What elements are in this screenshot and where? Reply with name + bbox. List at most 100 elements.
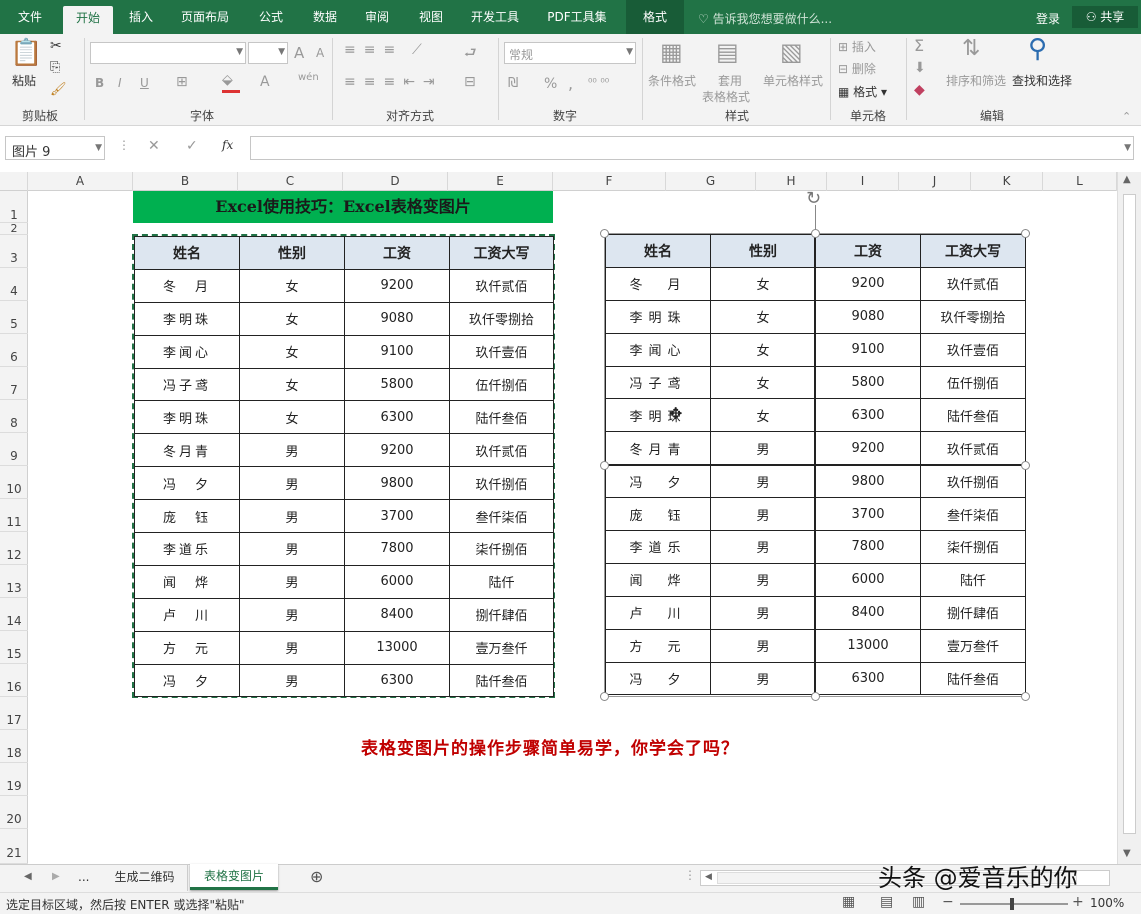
resize-handle[interactable] — [600, 692, 609, 701]
table-cell[interactable]: 玖仟贰佰 — [920, 431, 1026, 466]
row-header[interactable]: 17 — [0, 697, 28, 730]
table-cell[interactable]: 玖仟零捌拾 — [920, 299, 1026, 334]
table-cell[interactable]: 7800 — [344, 532, 450, 566]
table-header-cell[interactable]: 性别 — [239, 236, 345, 270]
vertical-align-icons[interactable]: ≡≡≡ — [344, 42, 403, 58]
share-button[interactable]: ⚇ 共享 — [1072, 6, 1138, 28]
table-cell[interactable]: 李明珠 — [605, 299, 711, 334]
title-cell[interactable]: Excel使用技巧：Excel表格变图片 — [133, 191, 553, 223]
table-cell[interactable]: 男 — [239, 499, 345, 534]
row-header[interactable]: 11 — [0, 499, 28, 532]
table-cell[interactable]: 李道乐 — [134, 532, 240, 566]
table-cell[interactable]: 壹万叁仟 — [920, 628, 1026, 663]
row-header[interactable]: 5 — [0, 301, 28, 334]
row-header[interactable]: 18 — [0, 730, 28, 763]
table-cell[interactable]: 6300 — [815, 398, 921, 433]
italic-button[interactable]: I — [118, 76, 122, 90]
more-sheets-button[interactable]: ... — [78, 870, 89, 884]
sort-filter-icon[interactable]: ⇅ — [962, 36, 980, 61]
table-cell[interactable]: 李闻心 — [134, 334, 240, 369]
cancel-icon[interactable]: ✕ — [148, 138, 160, 154]
table-cell[interactable]: 冯 夕 — [605, 464, 711, 499]
login-button[interactable]: 登录 — [1036, 10, 1060, 27]
table-cell[interactable]: 6300 — [815, 661, 921, 696]
table-cell[interactable]: 男 — [239, 466, 345, 501]
find-select-button[interactable]: 查找和选择 — [1012, 72, 1072, 89]
collapse-ribbon-icon[interactable]: ⌃ — [1122, 110, 1131, 123]
table-cell[interactable]: 庞 钰 — [605, 497, 711, 532]
table-cell[interactable]: 女 — [710, 332, 816, 367]
cond-format-button[interactable]: 条件格式 — [648, 72, 696, 89]
table-format-icon[interactable]: ▤ — [716, 38, 739, 66]
font-color-button[interactable]: A — [260, 74, 270, 90]
zoom-in-icon[interactable]: + — [1072, 894, 1084, 910]
scroll-up-icon[interactable]: ▲ — [1123, 174, 1131, 185]
table-cell[interactable]: 9800 — [344, 466, 450, 501]
table-cell[interactable]: 女 — [710, 299, 816, 334]
table-cell[interactable]: 6000 — [815, 562, 921, 597]
search-icon[interactable]: ⚲ — [1028, 34, 1047, 64]
table-cell[interactable]: 玖仟壹佰 — [920, 332, 1026, 367]
tell-me-box[interactable]: ♡ 告诉我您想要做什么... — [698, 10, 832, 27]
table-cell[interactable]: 3700 — [815, 497, 921, 532]
fill-color-icon[interactable]: ⬙ — [222, 72, 233, 88]
table-cell[interactable]: 玖仟零捌拾 — [449, 301, 554, 336]
table-header-cell[interactable]: 工资 — [344, 236, 450, 270]
format-painter-icon[interactable]: 🖌 — [50, 82, 67, 97]
column-header[interactable]: J — [899, 172, 971, 191]
row-header[interactable]: 12 — [0, 532, 28, 565]
table-cell[interactable]: 9200 — [815, 431, 921, 466]
table-cell[interactable]: 李道乐 — [605, 530, 711, 564]
merge-cells-icon[interactable]: ⊟ — [464, 74, 476, 90]
row-header[interactable]: 21 — [0, 829, 28, 864]
table-cell[interactable]: 9080 — [344, 301, 450, 336]
tab-format[interactable]: 格式 — [626, 0, 684, 34]
table-cell[interactable]: 柒仟捌佰 — [920, 530, 1026, 564]
table-cell[interactable]: 女 — [239, 367, 345, 402]
sheet-tab-qrcode[interactable]: 生成二维码 — [102, 865, 188, 891]
table-cell[interactable]: 5800 — [815, 365, 921, 400]
table-cell[interactable]: 男 — [239, 433, 345, 468]
wrap-text-icon[interactable]: ⮐ — [464, 42, 477, 66]
resize-handle[interactable] — [1021, 692, 1030, 701]
table-cell[interactable]: 男 — [239, 597, 345, 632]
table-cell[interactable]: 男 — [239, 663, 345, 698]
column-header[interactable]: K — [971, 172, 1043, 191]
tab-view[interactable]: 视图 — [408, 6, 454, 28]
font-size-box[interactable]: ▼ — [248, 42, 288, 64]
page-break-view-icon[interactable]: ▥ — [912, 894, 925, 910]
table-cell[interactable]: 8400 — [815, 595, 921, 630]
table-cell[interactable]: 冯子鸢 — [134, 367, 240, 402]
font-grow-icon[interactable]: A — [294, 44, 304, 62]
percent-button[interactable]: % — [544, 76, 557, 92]
column-header[interactable]: D — [343, 172, 448, 191]
name-box[interactable]: 图片 9 ▼ — [5, 136, 105, 160]
column-header[interactable]: G — [666, 172, 756, 191]
table-cell[interactable]: 男 — [710, 530, 816, 564]
row-header[interactable]: 9 — [0, 433, 28, 466]
table-cell[interactable]: 李闻心 — [605, 332, 711, 367]
table-cell[interactable]: 男 — [710, 464, 816, 499]
rotate-handle-icon[interactable]: ↻ — [806, 188, 821, 209]
table-cell[interactable]: 方 元 — [605, 628, 711, 663]
page-layout-view-icon[interactable]: ▤ — [880, 894, 893, 910]
row-header[interactable]: 6 — [0, 334, 28, 367]
formula-input[interactable]: ▼ — [250, 136, 1134, 160]
table-format-button-1[interactable]: 套用 — [718, 72, 742, 89]
table-cell[interactable]: 女 — [710, 266, 816, 301]
table-cell[interactable]: 男 — [710, 562, 816, 597]
table-cell[interactable]: 男 — [239, 564, 345, 599]
table-cell[interactable]: 9080 — [815, 299, 921, 334]
row-header[interactable]: 7 — [0, 367, 28, 400]
cell-styles-button[interactable]: 单元格样式 — [763, 72, 823, 89]
column-header[interactable]: E — [448, 172, 553, 191]
horizontal-align-icons[interactable]: ≡≡≡⇤⇥ — [344, 74, 443, 90]
table-cell[interactable]: 8400 — [344, 597, 450, 632]
tab-split-icon[interactable]: ⋮ — [684, 868, 696, 882]
table-cell[interactable]: 13000 — [815, 628, 921, 663]
insert-cells-button[interactable]: ⊞ 插入 — [838, 38, 876, 55]
resize-handle[interactable] — [600, 229, 609, 238]
zoom-slider-thumb[interactable] — [1010, 898, 1014, 910]
table-cell[interactable]: 陆仟叁佰 — [920, 661, 1026, 696]
table-cell[interactable]: 叁仟柒佰 — [449, 499, 554, 534]
